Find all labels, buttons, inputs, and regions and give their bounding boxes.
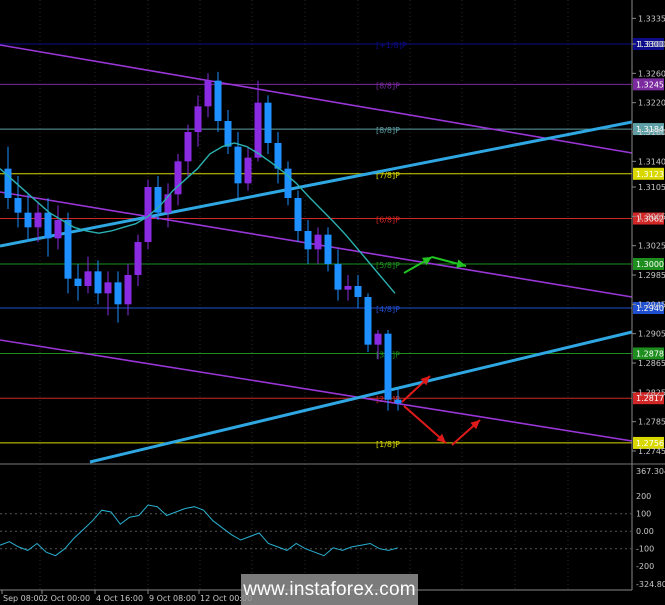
candle-body-36 [364, 297, 372, 345]
candle-body-7 [74, 278, 82, 286]
oscillator-line [0, 504, 399, 557]
price-tick-label-12: 1.2865 [638, 359, 665, 368]
candle-body-18 [184, 132, 192, 162]
price-tick-label-3: 1.3220 [638, 99, 665, 108]
osc-tick-label-4: -100 [636, 545, 654, 554]
price-tick-label-0: 1.3335 [638, 14, 665, 23]
time-tick-label-2: 4 Oct 16:00 [96, 594, 143, 603]
candle-body-11 [114, 282, 122, 305]
chart-window: { "chart_data": [ { "type": "line", "ins… [0, 0, 665, 605]
murrey-level-label-9: [1/8]P [376, 440, 400, 449]
channel-lines [0, 44, 633, 464]
candle-body-2 [24, 212, 32, 228]
candle-body-17 [174, 161, 182, 195]
candle-body-26 [264, 102, 272, 143]
candle-body-10 [104, 282, 112, 294]
murrey-level-label-1: [8/8]P [376, 81, 400, 90]
time-tick-label-1: 2 Oct 00:00 [43, 594, 90, 603]
time-axis: Sep 08:00 2 Oct 00:00 4 Oct 16:00 9 Oct 08:… [1, 590, 252, 603]
time-tick-label-3: 9 Oct 08:00 [149, 594, 196, 603]
candle-body-3 [34, 212, 42, 228]
candle-body-38 [384, 333, 392, 400]
price-tick-label-9: 1.2985 [638, 271, 665, 280]
candle-body-4 [44, 212, 52, 239]
candle-body-9 [94, 271, 102, 294]
candle-body-34 [344, 286, 352, 290]
osc-tick-label-1: 200 [636, 492, 651, 501]
osc-tick-label-0: 367.3047 [636, 467, 665, 476]
candle-body-12 [124, 275, 132, 305]
price-marker-text-7: 1.2878 [636, 349, 664, 358]
price-marker-text-5: 1.3000 [636, 260, 664, 269]
candle-body-6 [64, 220, 72, 279]
price-axis: 1.33001.32451.31841.31231.30621.30001.29… [632, 14, 665, 456]
price-tick-label-8: 1.3025 [638, 242, 665, 251]
murrey-level-label-6: [4/8]P [376, 305, 400, 314]
price-tick-label-2: 1.3260 [638, 69, 665, 78]
osc-tick-label-2: 100 [636, 510, 651, 519]
price-tick-label-6: 1.3105 [638, 183, 665, 192]
osc-tick-label-6: -324.8088 [636, 580, 665, 589]
murrey-level-label-2: [8/8]P [376, 126, 400, 135]
candle-body-13 [134, 242, 142, 275]
price-tick-label-1: 1.3300 [638, 40, 665, 49]
candle-body-23 [234, 146, 242, 184]
candle-body-22 [224, 121, 232, 147]
oscillator-pane [0, 513, 632, 550]
candle-body-1 [14, 198, 22, 213]
price-tick-label-13: 1.2825 [638, 388, 665, 397]
candle-body-31 [314, 234, 322, 250]
murrey-level-label-0: [+1/8]P [376, 41, 407, 50]
osc-tick-label-5: -200 [636, 562, 654, 571]
price-tick-label-11: 1.2905 [638, 330, 665, 339]
osc-tick-label-3: 0.00 [636, 527, 654, 536]
price-tick-label-15: 1.2745 [638, 447, 665, 456]
price-tick-label-5: 1.3140 [638, 157, 665, 166]
forecast-arrows [401, 256, 481, 446]
candle-body-30 [304, 231, 312, 250]
price-marker-text-1: 1.3245 [636, 80, 664, 89]
candle-body-37 [374, 333, 382, 345]
chart-svg: [+1/8]P[8/8]P[8/8]P[7/8]P[6/8]P[5/8]P[4/… [0, 0, 665, 603]
candle-body-39 [394, 399, 402, 404]
candle-body-19 [194, 106, 202, 132]
candle-body-33 [334, 264, 342, 290]
candle-body-20 [204, 80, 212, 107]
price-tick-label-10: 1.2945 [638, 300, 665, 309]
price-tick-label-14: 1.2785 [638, 418, 665, 427]
watermark-text: www.instaforex.com [241, 574, 418, 605]
candle-body-29 [294, 198, 302, 231]
price-marker-text-3: 1.3123 [636, 170, 664, 179]
candle-body-27 [274, 143, 282, 169]
oscillator-axis: 367.3047 200 100 0.00 -100 -200 -324.8088 [636, 467, 665, 589]
price-tick-label-7: 1.3065 [638, 212, 665, 221]
murrey-level-label-4: [6/8]P [376, 216, 400, 225]
candle-body-35 [354, 286, 362, 297]
candle-body-21 [214, 80, 222, 121]
candle-body-8 [84, 271, 92, 286]
candle-body-24 [244, 157, 252, 184]
candles [4, 71, 402, 411]
time-tick-label-0: Sep 08:00 [3, 594, 44, 603]
candle-body-25 [254, 102, 262, 158]
candle-body-5 [54, 220, 62, 239]
candle-body-32 [324, 234, 332, 264]
murrey-level-label-5: [5/8]P [376, 261, 400, 270]
price-tick-label-4: 1.3180 [638, 128, 665, 137]
